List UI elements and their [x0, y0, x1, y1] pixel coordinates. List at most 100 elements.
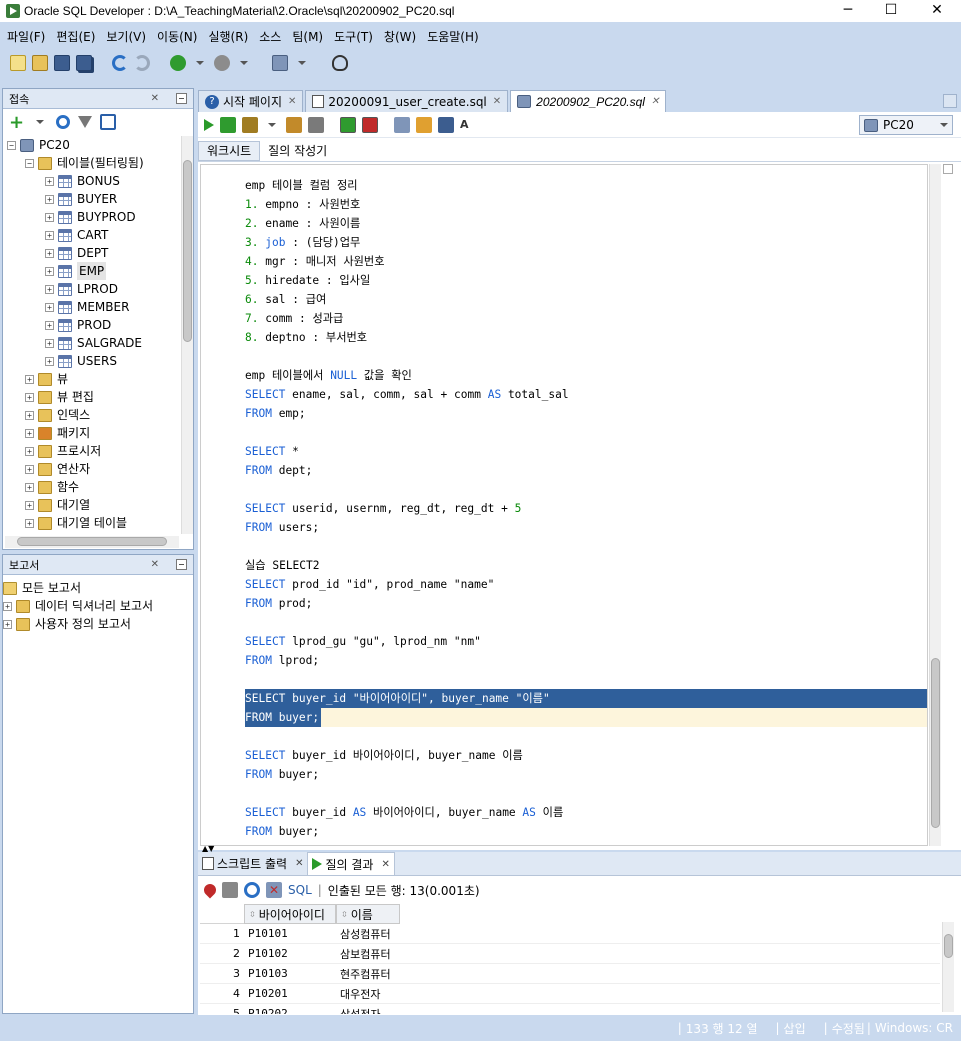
- run-script-icon[interactable]: [220, 116, 236, 133]
- menu-run[interactable]: 실행(R): [208, 28, 248, 45]
- table-cell[interactable]: P10201: [244, 987, 336, 1000]
- code-editor[interactable]: emp 테이블 컬럼 정리 1. empno : 사원번호 2. ename : 사…: [200, 164, 928, 846]
- table-cell[interactable]: 삼성컴퓨터: [336, 926, 400, 942]
- expand-icon[interactable]: +: [45, 212, 54, 222]
- tree-node[interactable]: + 뷰: [7, 370, 179, 388]
- tree-node[interactable]: + 인덱스: [7, 406, 179, 424]
- menu-source[interactable]: 소스: [259, 28, 281, 45]
- table-cell[interactable]: P10102: [244, 947, 336, 960]
- menu-team[interactable]: 팀(M): [292, 28, 323, 45]
- forward-dropdown-icon[interactable]: [240, 61, 248, 65]
- tree-table-item[interactable]: + PROD: [7, 316, 179, 334]
- minimize-panel-icon[interactable]: [176, 559, 187, 570]
- expand-icon[interactable]: +: [45, 338, 54, 348]
- expand-icon[interactable]: +: [25, 446, 34, 456]
- undo-icon[interactable]: [112, 55, 128, 71]
- tree-table-item[interactable]: + CART: [7, 226, 179, 244]
- menu-window[interactable]: 창(W): [384, 28, 416, 45]
- expand-icon[interactable]: +: [45, 176, 54, 186]
- tab-worksheet[interactable]: 워크시트: [198, 140, 261, 161]
- table-cell[interactable]: 대우전자: [336, 986, 400, 1002]
- results-vscroll-thumb[interactable]: [944, 934, 953, 958]
- menu-view[interactable]: 보기(V): [106, 28, 146, 45]
- table-row[interactable]: 4 P10201 대우전자: [200, 984, 940, 1004]
- close-tab-icon[interactable]: ✕: [288, 96, 296, 107]
- tree-node[interactable]: + 연산자: [7, 460, 179, 478]
- tree-node[interactable]: + 대기열: [7, 496, 179, 514]
- tree-node[interactable]: + 패키지: [7, 424, 179, 442]
- tab-script-output[interactable]: 스크립트 출력 ✕: [198, 853, 307, 875]
- sql-history-icon[interactable]: [438, 116, 454, 133]
- table-cell[interactable]: 삼성전자: [336, 1006, 400, 1015]
- close-panel-icon[interactable]: ✕: [151, 559, 159, 570]
- split-box-icon[interactable]: [943, 164, 953, 174]
- minimize-panel-icon[interactable]: [176, 93, 187, 104]
- sql-tuning-icon[interactable]: [308, 116, 324, 133]
- filter-icon[interactable]: [78, 116, 93, 128]
- minimize-button[interactable]: ─: [825, 0, 871, 22]
- expand-icon[interactable]: +: [3, 619, 12, 629]
- connection-dropdown-icon[interactable]: [940, 123, 948, 127]
- expand-icon[interactable]: +: [25, 392, 34, 402]
- expand-icon[interactable]: +: [45, 356, 54, 366]
- open-folder-icon[interactable]: [32, 55, 48, 71]
- format-icon[interactable]: A: [460, 117, 476, 133]
- tree-table-item[interactable]: + DEPT: [7, 244, 179, 262]
- back-icon[interactable]: [170, 55, 186, 71]
- expand-icon[interactable]: +: [45, 194, 54, 204]
- commit-icon[interactable]: [340, 116, 356, 133]
- explain-dropdown-icon[interactable]: [268, 122, 276, 127]
- tree-node[interactable]: + 대기열 테이블: [7, 514, 179, 532]
- table-row[interactable]: 3 P10103 현주컴퓨터: [200, 964, 940, 984]
- expand-icon[interactable]: +: [25, 428, 34, 438]
- expand-icon[interactable]: +: [45, 302, 54, 312]
- redo-icon[interactable]: [134, 55, 150, 71]
- editor-vscroll-thumb[interactable]: [931, 658, 940, 828]
- close-tab-icon[interactable]: ✕: [651, 96, 659, 107]
- connections-hscrollbar[interactable]: [5, 536, 179, 548]
- menu-help[interactable]: 도움말(H): [427, 28, 479, 45]
- tab-query-builder[interactable]: 질의 작성기: [260, 142, 335, 159]
- expand-icon[interactable]: +: [45, 320, 54, 330]
- tree-node[interactable]: + 함수: [7, 478, 179, 496]
- table-cell[interactable]: 현주컴퓨터: [336, 966, 400, 982]
- expand-icon[interactable]: +: [45, 248, 54, 258]
- table-row[interactable]: 1 P10101 삼성컴퓨터: [200, 924, 940, 944]
- tree-node[interactable]: + 프로시저: [7, 442, 179, 460]
- unshared-sql-icon[interactable]: [394, 116, 410, 133]
- menu-tools[interactable]: 도구(T): [334, 28, 373, 45]
- table-cell[interactable]: P10103: [244, 967, 336, 980]
- close-tab-icon[interactable]: ✕: [381, 859, 389, 870]
- expand-icon[interactable]: +: [45, 266, 54, 276]
- tab-list-dropdown-icon[interactable]: [943, 94, 957, 108]
- table-row[interactable]: 5 P10202 삼성전자: [200, 1004, 940, 1014]
- rollback-icon[interactable]: [362, 116, 378, 133]
- clear-icon[interactable]: [416, 116, 432, 133]
- insert-mode[interactable]: 삽입: [784, 1020, 806, 1037]
- expand-icon[interactable]: +: [25, 518, 34, 528]
- tree-table-item[interactable]: + LPROD: [7, 280, 179, 298]
- expand-icon[interactable]: +: [3, 601, 12, 611]
- schema-browser-icon[interactable]: [100, 114, 117, 130]
- menu-navigate[interactable]: 이동(N): [157, 28, 197, 45]
- expand-icon[interactable]: +: [25, 482, 34, 492]
- expand-icon[interactable]: +: [45, 230, 54, 240]
- column-header-name[interactable]: ⇳ 이름: [336, 904, 400, 924]
- print-icon[interactable]: [222, 882, 238, 898]
- table-cell[interactable]: P10202: [244, 1007, 336, 1014]
- sql-worksheet-dropdown-icon[interactable]: [298, 61, 306, 65]
- column-header-buyer-id[interactable]: ⇳ 바이어아이디: [244, 904, 336, 924]
- menu-edit[interactable]: 편집(E): [56, 28, 95, 45]
- sql-worksheet-icon[interactable]: [272, 55, 288, 71]
- collapse-icon[interactable]: −: [7, 140, 16, 150]
- tree-tables-node[interactable]: − 테이블(필터링됨): [7, 154, 179, 172]
- expand-icon[interactable]: +: [45, 284, 54, 294]
- close-panel-icon[interactable]: ✕: [151, 93, 159, 104]
- connections-hscroll-thumb[interactable]: [17, 537, 167, 546]
- editor-vscrollbar[interactable]: [929, 164, 941, 846]
- sql-link[interactable]: SQL: [288, 883, 312, 897]
- binoculars-icon[interactable]: [332, 55, 348, 71]
- tab-query-result[interactable]: 질의 결과 ✕: [307, 852, 395, 875]
- save-icon[interactable]: [54, 55, 70, 71]
- table-cell[interactable]: 삼보컴퓨터: [336, 946, 400, 962]
